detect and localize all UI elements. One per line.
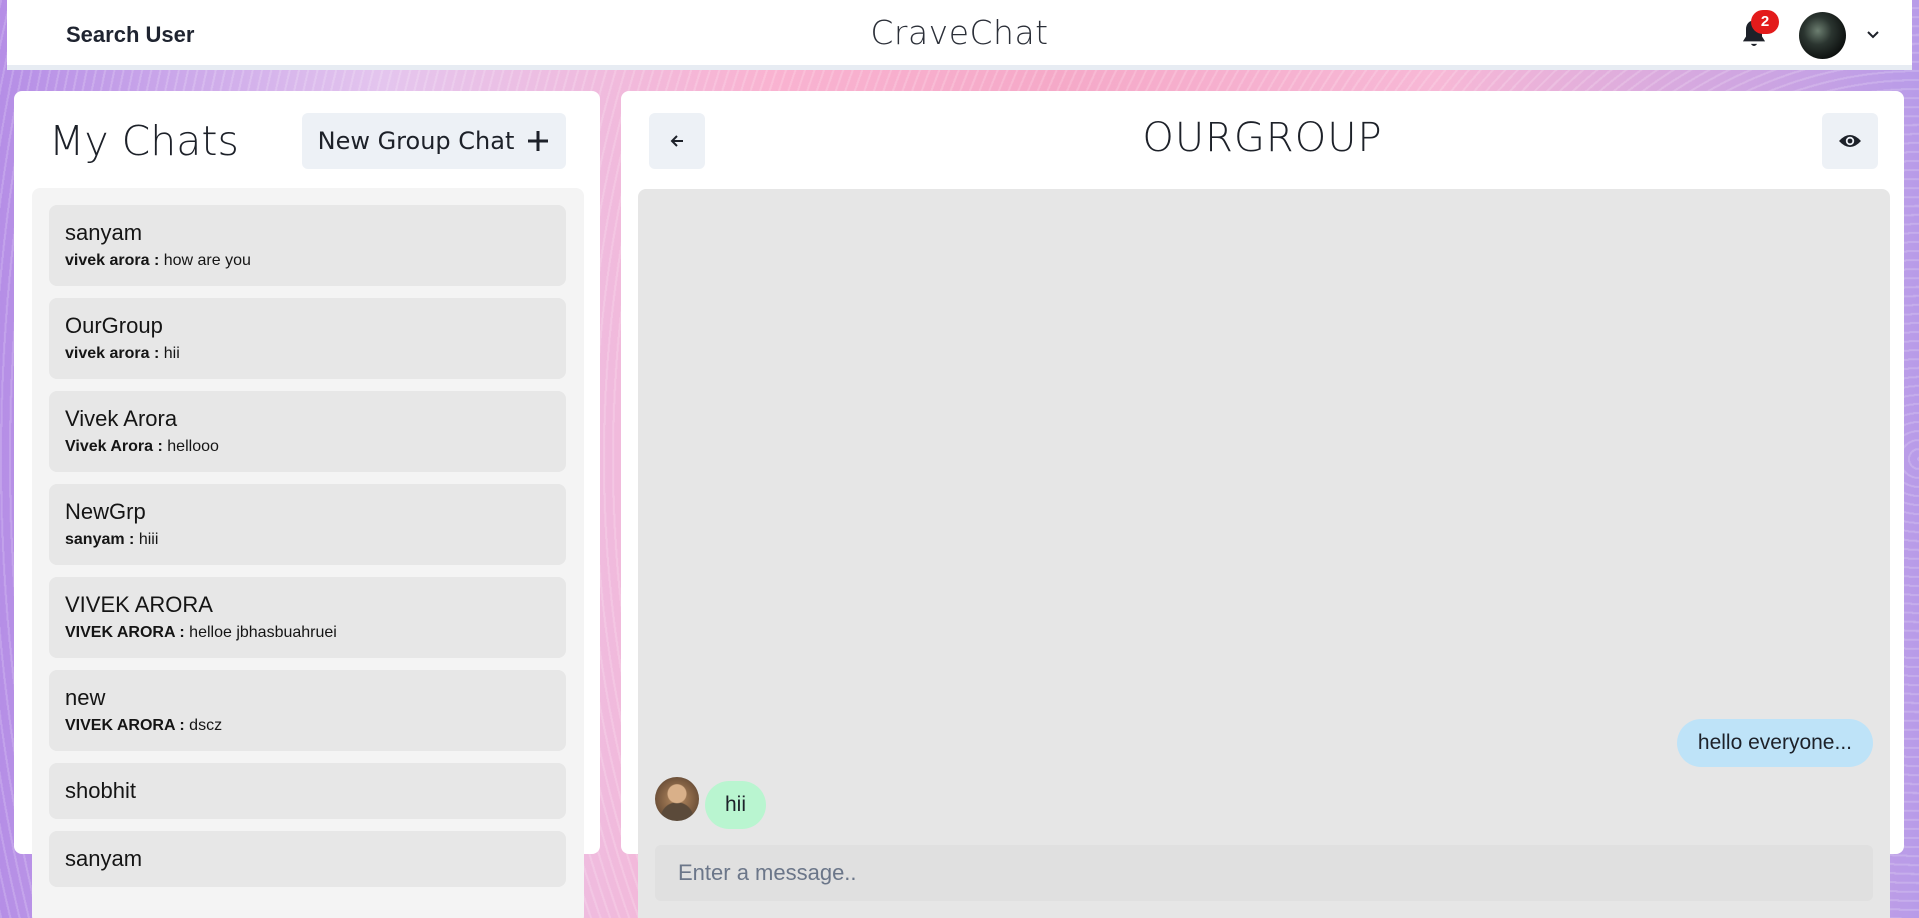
eye-icon: [1839, 135, 1861, 147]
chat-message-text: hiii: [138, 531, 159, 548]
chat-sender: vivek arora :: [65, 252, 160, 269]
notification-badge: 2: [1751, 10, 1779, 34]
view-group-button[interactable]: [1822, 113, 1878, 169]
chat-list-item[interactable]: sanyam vivek arora : how are you: [49, 205, 566, 286]
my-chats-title: My Chats: [49, 117, 239, 165]
chat-message-text: hii: [163, 345, 180, 362]
message-bubble-sent: hello everyone...: [1676, 719, 1873, 767]
chat-sender: VIVEK ARORA :: [65, 624, 185, 641]
chat-list-item[interactable]: VIVEK ARORA VIVEK ARORA : helloe jbhasbu…: [49, 577, 566, 658]
sender-avatar[interactable]: [655, 777, 699, 821]
messages-area: hello everyone... hii: [638, 189, 1890, 918]
chat-name: new: [65, 685, 106, 710]
chat-list-item[interactable]: sanyam: [49, 831, 566, 887]
chat-name: OurGroup: [65, 313, 163, 338]
app-title: CraveChat: [870, 13, 1049, 52]
chat-name: VIVEK ARORA: [65, 592, 213, 617]
chat-message-text: dscz: [189, 717, 223, 734]
avatar[interactable]: [1799, 12, 1846, 59]
message-bubble-received: hii: [705, 781, 767, 829]
chat-sender: vivek arora :: [65, 345, 160, 362]
chat-title: OURGROUP: [1142, 115, 1383, 161]
chat-name: sanyam: [65, 846, 143, 871]
plus-icon: [528, 131, 549, 151]
top-bar: Search User CraveChat 2: [7, 0, 1912, 70]
chat-last-message: VIVEK ARORA : dscz: [65, 716, 550, 736]
chat-name: shobhit: [65, 778, 136, 803]
chat-list-item[interactable]: Vivek Arora Vivek Arora : hellooo: [49, 391, 566, 472]
chat-message-text: how are you: [163, 252, 251, 269]
chat-list-item[interactable]: new VIVEK ARORA : dscz: [49, 670, 566, 751]
message-input[interactable]: [655, 845, 1873, 901]
chat-last-message: VIVEK ARORA : helloe jbhasbuahruei: [65, 623, 550, 643]
chat-name: Vivek Arora: [65, 406, 178, 431]
chat-sender: VIVEK ARORA :: [65, 717, 185, 734]
chat-message-text: helloe jbhasbuahruei: [189, 624, 337, 641]
chat-last-message: Vivek Arora : hellooo: [65, 437, 550, 457]
chat-name: NewGrp: [65, 499, 146, 524]
chat-last-message: vivek arora : how are you: [65, 251, 550, 271]
new-group-chat-label: New Group Chat: [317, 127, 515, 155]
chat-sender: Vivek Arora :: [65, 438, 163, 455]
chevron-down-icon[interactable]: [1862, 25, 1884, 45]
chat-list-item[interactable]: shobhit: [49, 763, 566, 819]
chat-sender: sanyam :: [65, 531, 135, 548]
chat-name: sanyam: [65, 220, 143, 245]
chat-list: sanyam vivek arora : how are you OurGrou…: [32, 188, 584, 918]
chat-list-item[interactable]: OurGroup vivek arora : hii: [49, 298, 566, 379]
chat-list-item[interactable]: NewGrp sanyam : hiii: [49, 484, 566, 565]
new-group-chat-button[interactable]: New Group Chat: [302, 113, 566, 169]
chat-message-text: hellooo: [167, 438, 219, 455]
chat-last-message: vivek arora : hii: [65, 344, 550, 364]
chat-last-message: sanyam : hiii: [65, 530, 550, 550]
